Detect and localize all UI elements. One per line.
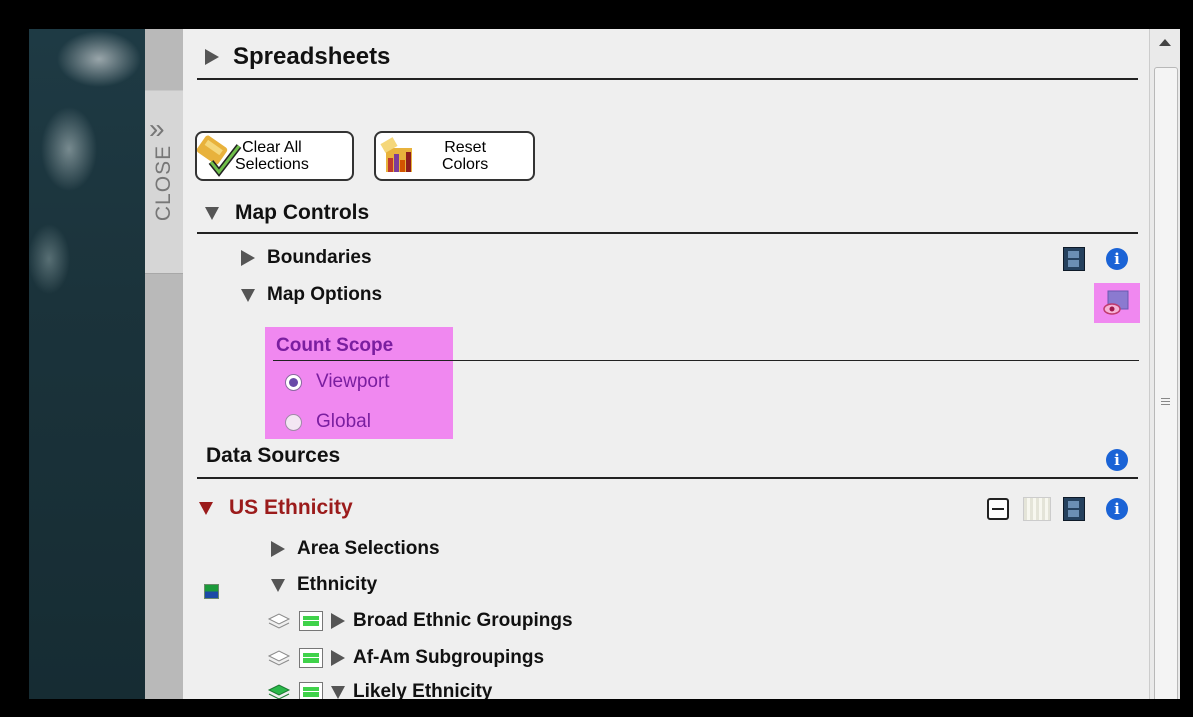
info-icon[interactable]: i [1106,498,1128,520]
map-controls-header[interactable]: Map Controls [205,201,369,225]
broad-ethnic-groupings-label: Broad Ethnic Groupings [353,610,573,631]
expand-arrow-icon [271,541,285,557]
count-scope-label: Count Scope [276,335,394,356]
boundaries-label: Boundaries [267,247,372,268]
close-panel-button[interactable]: » CLOSE [145,90,183,274]
count-scope-divider [273,360,1139,361]
data-sources-divider [197,477,1138,479]
layer-toggle-icon[interactable] [204,584,219,599]
broad-ethnic-groupings-item[interactable]: Broad Ethnic Groupings [267,610,573,632]
map-options-label: Map Options [267,284,383,305]
area-selections-item[interactable]: Area Selections [271,538,440,560]
us-ethnicity-header[interactable]: US Ethnicity [199,496,353,520]
collapse-all-icon[interactable] [987,498,1009,520]
viewport-label: Viewport [316,371,390,392]
viewport-radio[interactable] [285,373,302,391]
ethnicity-item[interactable]: Ethnicity [271,574,377,596]
info-icon[interactable]: i [1106,449,1128,471]
collapse-arrow-icon [205,206,219,220]
layers-icon[interactable] [267,611,291,631]
clear-all-selections-button[interactable]: Clear All Selections [195,131,354,181]
film-icon[interactable] [1063,497,1085,521]
info-icon[interactable]: i [1106,248,1128,270]
map-options-toggle-highlight[interactable] [1094,283,1140,323]
radio-selected-dot [289,377,298,387]
global-radio[interactable] [285,413,302,431]
close-label: CLOSE [152,144,175,222]
map-controls-label: Map Controls [235,201,370,224]
reset-colors-button[interactable]: Reset Colors [374,131,535,181]
af-am-subgroupings-item[interactable]: Af-Am Subgroupings [267,647,544,669]
map-view[interactable] [29,29,145,699]
eye-window-icon [1103,290,1129,315]
expand-arrow-icon [331,613,345,629]
area-selections-label: Area Selections [297,538,440,559]
grid-icon[interactable] [299,648,323,668]
reset-label-line1: Reset [444,139,487,156]
ethnicity-label: Ethnicity [297,574,378,595]
global-label: Global [316,411,371,432]
map-controls-divider [197,232,1138,234]
film-icon[interactable] [1063,247,1085,271]
likely-ethnicity-item[interactable]: Likely Ethnicity [267,681,492,699]
reset-label-line2: Colors [442,156,489,173]
boundaries-item[interactable]: Boundaries [241,247,372,269]
us-ethnicity-label: US Ethnicity [229,496,353,519]
double-chevron-right-icon: » [149,113,165,144]
collapse-arrow-icon [331,685,345,699]
expand-arrow-icon [331,650,345,666]
global-radio-row[interactable]: Global [285,411,371,433]
spreadsheets-divider [197,78,1138,80]
table-icon[interactable] [1023,497,1051,521]
clear-all-label-line1: Clear All [242,139,302,156]
viewport-radio-row[interactable]: Viewport [285,371,390,393]
layers-icon[interactable] [267,648,291,668]
vertical-scrollbar[interactable] [1149,29,1180,699]
data-sources-label: Data Sources [206,444,341,467]
collapse-arrow-icon [199,501,213,515]
clear-all-label-line2: Selections [235,156,309,173]
side-panel: Spreadsheets Clear All Selections Reset … [183,29,1149,699]
likely-ethnicity-label: Likely Ethnicity [353,681,493,699]
expand-arrow-icon [241,250,255,266]
collapse-arrow-icon [241,288,255,302]
spreadsheets-label: Spreadsheets [233,43,391,70]
grid-icon[interactable] [299,611,323,631]
layers-active-icon[interactable] [267,682,291,699]
grid-icon[interactable] [299,682,323,699]
af-am-subgroupings-label: Af-Am Subgroupings [353,647,545,668]
spreadsheets-header[interactable]: Spreadsheets [205,43,390,71]
map-options-item[interactable]: Map Options [241,284,382,306]
expand-arrow-icon [205,49,219,65]
color-reset-icon [380,137,412,172]
collapse-arrow-icon [271,578,285,592]
app-frame: » CLOSE Spreadsheets Clear All Selection… [29,29,1180,699]
scroll-thumb[interactable] [1154,67,1178,699]
scroll-up-arrow-icon[interactable] [1159,39,1171,46]
